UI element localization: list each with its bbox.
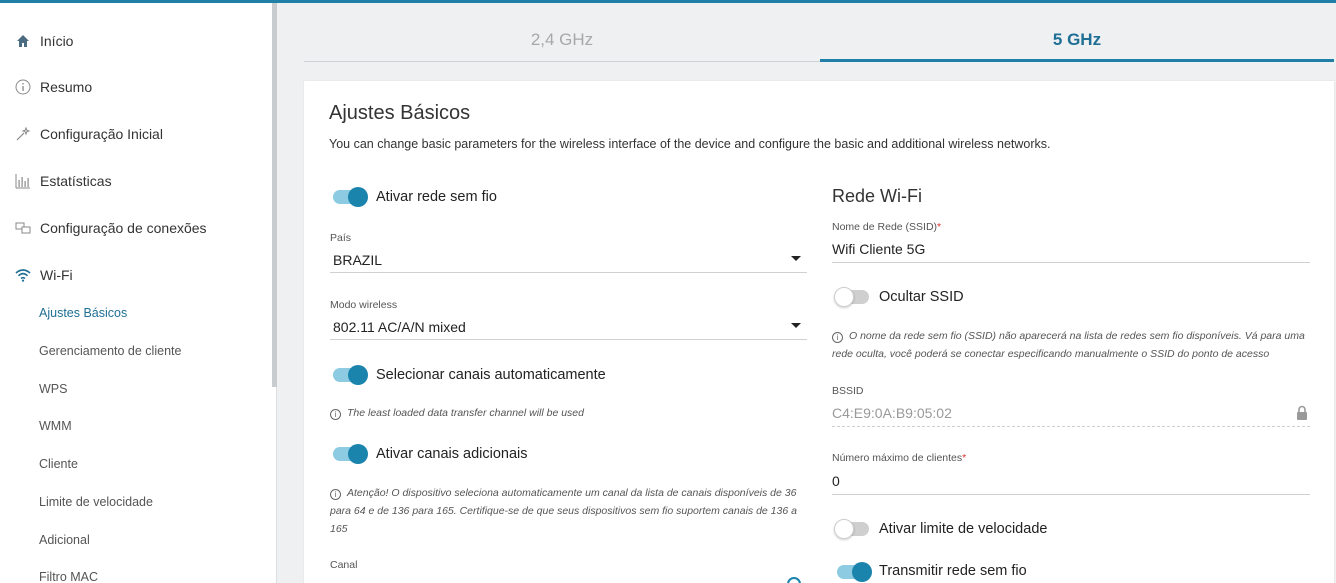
max-clients-input[interactable]: 0 [832,469,1310,495]
sidebar-item-label: Wi-Fi [40,267,73,283]
additional-channels-toggle[interactable] [333,444,368,464]
ssid-value: Wifi Cliente 5G [832,241,926,257]
subitem-adicional[interactable]: Adicional [39,533,90,547]
broadcast-toggle[interactable] [837,562,872,582]
subitem-ajustes-basicos[interactable]: Ajustes Básicos [39,306,127,320]
bssid-field: C4:E9:0A:B9:05:02 [832,401,1310,427]
sidebar-item-label: Resumo [40,79,93,95]
channel-select[interactable] [330,575,807,583]
ssid-input[interactable]: Wifi Cliente 5G [832,237,1310,263]
subitem-cliente[interactable]: Cliente [39,457,78,471]
additional-channels-hint: i Atenção! O dispositivo seleciona automa… [330,487,797,535]
speed-limit-label: Ativar limite de velocidade [879,521,1048,537]
sidebar-item-label: Estatísticas [40,173,112,189]
tab-2-4ghz[interactable]: 2,4 GHz [304,30,820,62]
wireless-mode-label: Modo wireless [330,299,398,311]
wifi-icon [14,266,32,284]
hide-ssid-label: Ocultar SSID [879,289,964,305]
page-title: Ajustes Básicos [329,102,471,124]
hide-ssid-toggle[interactable] [834,287,869,307]
max-clients-label: Número máximo de clientes* [832,452,967,464]
sidebar: Início Resumo Configuração Inicial Estat… [0,3,277,583]
bssid-label: BSSID [832,385,864,397]
sidebar-item-wifi[interactable]: Wi-Fi [0,257,270,293]
connections-icon [14,219,32,237]
additional-channels-label: Ativar canais adicionais [376,446,528,462]
ssid-label: Nome de Rede (SSID)* [832,221,942,233]
home-icon [14,32,32,50]
sidebar-item-inicio[interactable]: Início [0,23,270,59]
refresh-icon[interactable] [785,575,803,583]
subitem-wps[interactable]: WPS [39,382,67,396]
auto-channels-hint: i The least loaded data transfer channel … [330,404,810,422]
auto-channels-label: Selecionar canais automaticamente [376,367,606,383]
max-clients-value: 0 [832,473,840,489]
country-select[interactable]: BRAZIL [330,249,807,273]
subitem-limite-velocidade[interactable]: Limite de velocidade [39,495,153,509]
speed-limit-toggle[interactable] [834,519,869,539]
bar-chart-icon [14,172,32,190]
wireless-mode-value: 802.11 AC/A/N mixed [333,319,466,335]
broadcast-label: Transmitir rede sem fio [879,563,1027,579]
sidebar-item-configuracao-inicial[interactable]: Configuração Inicial [0,116,270,152]
info-icon [14,78,32,96]
country-value: BRAZIL [333,252,383,268]
lock-icon [1296,405,1308,423]
wifi-network-title: Rede Wi-Fi [832,186,923,206]
sidebar-item-configuracao-conexoes[interactable]: Configuração de conexões [0,210,270,246]
sidebar-item-estatisticas[interactable]: Estatísticas [0,163,270,199]
wireless-mode-select[interactable]: 802.11 AC/A/N mixed [330,316,807,340]
info-icon: i [330,489,341,500]
sidebar-item-resumo[interactable]: Resumo [0,69,270,105]
hide-ssid-hint: iO nome da rede sem fio (SSID) não apare… [832,330,1305,360]
sidebar-item-label: Início [40,33,74,49]
chevron-down-icon [791,256,801,261]
info-icon: i [832,332,843,343]
sidebar-item-label: Configuração Inicial [40,126,163,142]
subitem-gerenciamento-cliente[interactable]: Gerenciamento de cliente [39,344,181,358]
sidebar-item-label: Configuração de conexões [40,220,207,236]
subitem-wmm[interactable]: WMM [39,419,72,433]
bssid-value: C4:E9:0A:B9:05:02 [832,405,952,421]
wand-icon [14,125,32,143]
enable-wireless-toggle[interactable] [333,187,368,207]
sidebar-scrollbar[interactable] [272,3,277,387]
enable-wireless-label: Ativar rede sem fio [376,189,497,205]
channel-label: Canal [330,559,358,571]
chevron-down-icon [791,323,801,328]
subitem-filtro-mac[interactable]: Filtro MAC [39,570,98,583]
country-label: País [330,232,352,244]
tab-5ghz[interactable]: 5 GHz [820,30,1334,62]
auto-channels-toggle[interactable] [333,365,368,385]
settings-card: Ajustes Básicos You can change basic par… [304,81,1334,583]
page-description: You can change basic parameters for the … [329,137,1051,151]
info-icon: i [330,409,341,420]
